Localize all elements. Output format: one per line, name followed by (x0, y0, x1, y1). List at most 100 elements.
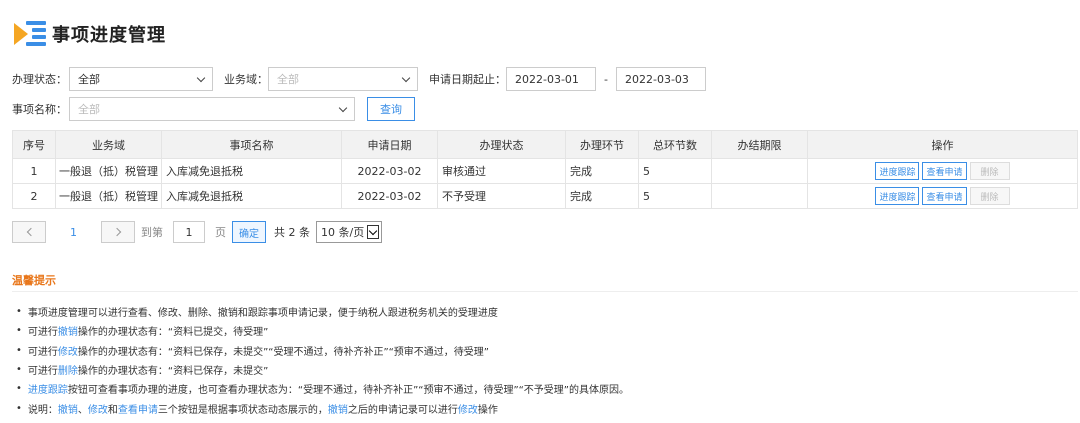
list-item: 可进行修改操作的办理状态有：“资料已保存，未提交”“受理不通过，待补齐补正”“预… (16, 341, 629, 360)
progress-table: 序号 业务域 事项名称 申请日期 办理状态 办理环节 总环节数 办结期限 操作 … (12, 130, 1078, 209)
cell-date: 2022-03-02 (341, 158, 438, 184)
cell-date: 2022-03-02 (341, 183, 438, 209)
tip-text: 可进行 (27, 327, 58, 339)
list-item: 进度跟踪按钮可查看事项办理的进度，也可查看办理状态为：“受理不通过，待补齐补正”… (16, 379, 629, 398)
tip-text: 说明： (27, 404, 58, 416)
list-item: 事项进度管理可以进行查看、修改、删除、撤销和跟踪事项申请记录，便于纳税人跟进税务… (16, 302, 629, 321)
tips-divider (12, 291, 1078, 292)
cell-no: 2 (12, 183, 56, 209)
view-application-button[interactable]: 查看申请 (922, 187, 967, 205)
date-from-input[interactable]: 2022-03-01 (506, 67, 596, 91)
tip-text: 之后的申请记录可以进行 (347, 404, 458, 416)
col-header: 事项名称 (161, 130, 342, 159)
chevron-left-icon (26, 227, 35, 237)
chevron-down-icon (338, 103, 348, 113)
tip-text: 操作 (477, 404, 498, 416)
domain-select[interactable]: 全部 (268, 67, 418, 91)
list-item: 说明：撤销、修改和查看申请三个按钮是根据事项状态动态展示的，撤销之后的申请记录可… (16, 398, 629, 417)
delete-link[interactable]: 删除 (58, 362, 78, 377)
cell-stage: 完成 (565, 158, 639, 184)
name-placeholder: 全部 (78, 103, 100, 116)
cell-name: 入库减免退抵税 (161, 158, 342, 184)
view-application-button[interactable]: 查看申请 (922, 162, 967, 180)
delete-button: 删除 (969, 187, 1010, 205)
page-size-select[interactable]: 10 条/页 (316, 221, 383, 243)
chevron-down-icon (367, 225, 380, 239)
col-header: 办理环节 (565, 130, 639, 159)
table-row: 1 一般退（抵）税管理 入库减免退抵税 2022-03-02 审核通过 完成 5… (12, 158, 1078, 184)
col-header: 总环节数 (638, 130, 712, 159)
cell-no: 1 (12, 158, 56, 184)
tips-list: 事项进度管理可以进行查看、修改、删除、撤销和跟踪事项申请记录，便于纳税人跟进税务… (16, 302, 629, 418)
page-title: 事项进度管理 (52, 25, 166, 46)
tip-text: 和 (107, 404, 118, 416)
tip-text: 三个按钮是根据事项状态动态展示的， (157, 404, 328, 416)
list-item: 可进行撤销操作的办理状态有：“资料已提交，待受理” (16, 321, 629, 340)
cell-name: 入库减免退抵税 (161, 183, 342, 209)
status-value: 全部 (78, 73, 100, 86)
cell-stage: 完成 (565, 183, 639, 209)
status-label: 办理状态： (12, 73, 67, 86)
goto-prefix: 到第 (141, 226, 163, 239)
modify-link[interactable]: 修改 (58, 343, 78, 358)
table-row: 2 一般退（抵）税管理 入库减免退抵税 2022-03-02 不予受理 完成 5… (12, 183, 1078, 209)
cell-status: 审核通过 (437, 158, 566, 184)
tips-title: 温馨提示 (12, 274, 56, 287)
table-header-row: 序号 业务域 事项名称 申请日期 办理状态 办理环节 总环节数 办结期限 操作 (12, 130, 1078, 159)
revoke-link[interactable]: 撤销 (328, 401, 348, 416)
tip-text: 可进行 (27, 346, 58, 358)
date-separator: - (604, 72, 608, 86)
tip-text: 按钮可查看事项办理的进度，也可查看办理状态为：“受理不通过，待补齐补正”“预审不… (67, 385, 629, 397)
prev-page-button[interactable] (12, 221, 46, 243)
col-header: 业务域 (55, 130, 162, 159)
cell-status: 不予受理 (437, 183, 566, 209)
tip-text: 操作的办理状态有：“资料已提交，待受理” (77, 327, 269, 339)
filter-row: 办理状态： 全部 业务域： 全部 申请日期起止： 2022-03-01 - 20… (12, 67, 706, 91)
revoke-link[interactable]: 撤销 (58, 401, 78, 416)
domain-label: 业务域： (224, 73, 268, 86)
list-logo-icon (12, 19, 48, 49)
col-header: 办理状态 (437, 130, 566, 159)
name-select[interactable]: 全部 (69, 97, 355, 121)
page-header: 事项进度管理 (12, 16, 166, 52)
page-size-value: 10 条/页 (321, 226, 365, 239)
date-to-input[interactable]: 2022-03-03 (615, 67, 706, 91)
query-button[interactable]: 查询 (367, 97, 415, 121)
track-progress-button[interactable]: 进度跟踪 (875, 187, 920, 205)
track-progress-link[interactable]: 进度跟踪 (28, 381, 68, 396)
status-select[interactable]: 全部 (69, 67, 213, 91)
filter-row-2: 事项名称： 全部 查询 (12, 97, 415, 121)
cell-total: 5 (638, 158, 712, 184)
tip-text: 可进行 (27, 366, 58, 378)
pagination: 1 到第 1 页 确定 共 2 条 10 条/页 (12, 221, 383, 243)
goto-page-input[interactable]: 1 (173, 221, 205, 243)
name-label: 事项名称： (12, 103, 67, 116)
chevron-right-icon (112, 227, 121, 237)
col-header: 序号 (12, 130, 56, 159)
next-page-button[interactable] (101, 221, 135, 243)
chevron-down-icon (196, 73, 206, 83)
goto-confirm-button[interactable]: 确定 (232, 221, 266, 243)
col-header: 办结期限 (711, 130, 808, 159)
modify-link[interactable]: 修改 (88, 401, 108, 416)
tip-text: 操作的办理状态有：“资料已保存，未提交” (77, 366, 269, 378)
cell-deadline (711, 183, 808, 209)
cell-total: 5 (638, 183, 712, 209)
cell-domain: 一般退（抵）税管理 (55, 158, 162, 184)
delete-button: 删除 (969, 162, 1010, 180)
tip-text: 事项进度管理可以进行查看、修改、删除、撤销和跟踪事项申请记录，便于纳税人跟进税务… (27, 308, 498, 320)
track-progress-button[interactable]: 进度跟踪 (875, 162, 920, 180)
current-page[interactable]: 1 (70, 226, 77, 239)
cell-domain: 一般退（抵）税管理 (55, 183, 162, 209)
col-header: 操作 (807, 130, 1078, 159)
view-application-link[interactable]: 查看申请 (118, 401, 158, 416)
cell-ops: 进度跟踪 查看申请 删除 (807, 183, 1078, 209)
modify-link[interactable]: 修改 (458, 401, 478, 416)
cell-ops: 进度跟踪 查看申请 删除 (807, 158, 1078, 184)
col-header: 申请日期 (341, 130, 438, 159)
domain-placeholder: 全部 (277, 73, 299, 86)
tip-text: 、 (77, 404, 88, 416)
revoke-link[interactable]: 撤销 (58, 323, 78, 338)
total-count: 共 2 条 (274, 226, 310, 239)
tip-text: 操作的办理状态有：“资料已保存，未提交”“受理不通过，待补齐补正”“预审不通过，… (77, 346, 489, 358)
